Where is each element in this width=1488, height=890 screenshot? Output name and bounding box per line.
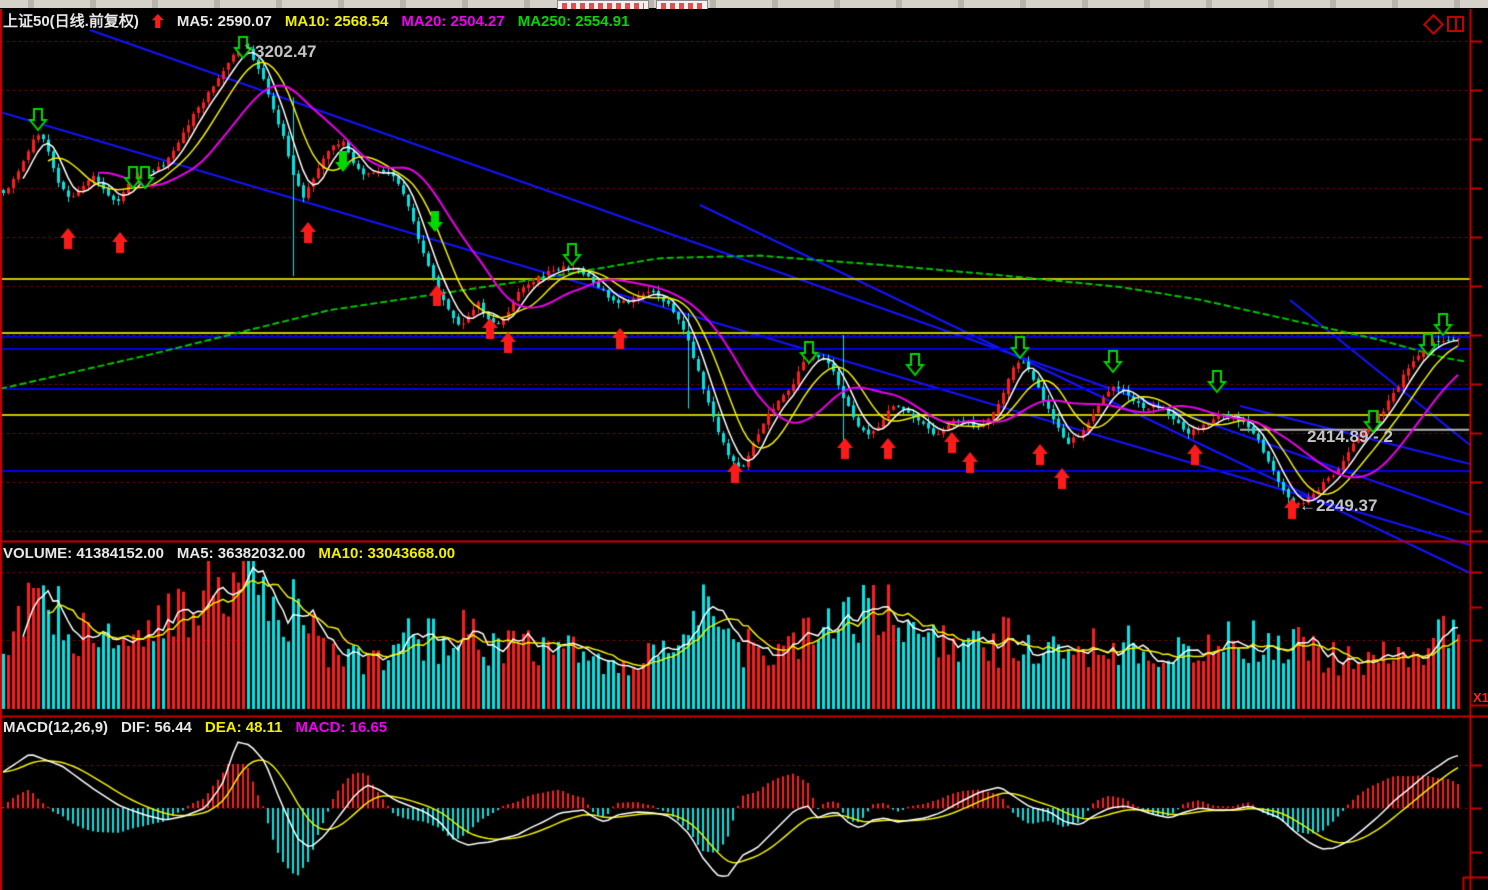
toolbar-red-box-2[interactable] <box>656 0 708 9</box>
volume-ma5-value: MA5: 36382032.00 <box>177 545 305 562</box>
macd-name: MACD(12,26,9) <box>3 719 108 736</box>
symbol-title: 上证50(日线.前复权) <box>3 13 139 30</box>
zoom-scale-label: X1 <box>1473 690 1488 705</box>
up-arrow-icon <box>152 14 164 28</box>
low-price-label: ←2249.37 <box>1299 496 1377 516</box>
ma250-value: MA250: 2554.91 <box>518 13 630 30</box>
volume-value: VOLUME: 41384152.00 <box>3 545 164 562</box>
main-chart-header: 上证50(日线.前复权) MA5: 2590.07 MA10: 2568.54 MA2… <box>3 10 642 31</box>
dif-value: DIF: 56.44 <box>121 719 192 736</box>
toolbar-red-box-1[interactable] <box>557 0 649 9</box>
ma20-value: MA20: 2504.27 <box>401 13 504 30</box>
dea-value: DEA: 48.11 <box>205 719 283 736</box>
volume-ma10-value: MA10: 33043668.00 <box>318 545 455 562</box>
app-window: 上证50(日线.前复权) MA5: 2590.07 MA10: 2568.54 MA2… <box>0 0 1488 890</box>
top-toolbar <box>0 0 1488 9</box>
peak-price-label: 3202.47 <box>255 42 316 62</box>
split-pane-icon[interactable] <box>1447 16 1464 32</box>
range-price-label: 2414.89 - 2 <box>1307 427 1469 447</box>
chart-canvas[interactable] <box>0 0 1488 890</box>
ma10-value: MA10: 2568.54 <box>285 13 388 30</box>
macd-header: MACD(12,26,9) DIF: 56.44 DEA: 48.11 MACD: 1… <box>3 719 400 736</box>
macd-value: MACD: 16.65 <box>295 719 387 736</box>
volume-header: VOLUME: 41384152.00 MA5: 36382032.00 MA10:… <box>3 545 468 562</box>
ma5-value: MA5: 2590.07 <box>177 13 272 30</box>
